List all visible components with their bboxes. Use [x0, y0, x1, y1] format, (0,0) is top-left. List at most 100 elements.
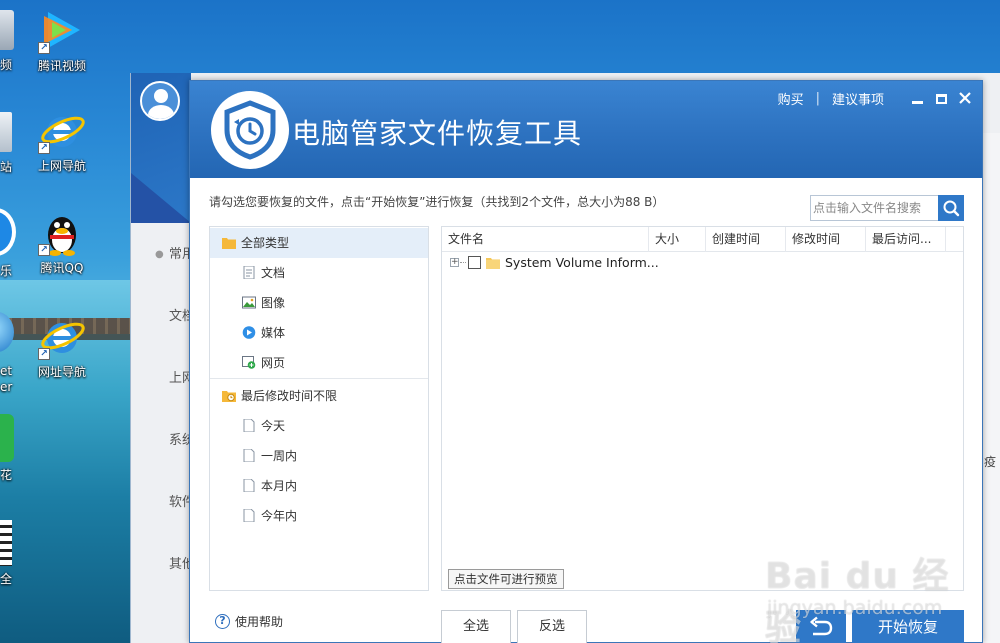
desktop-icon-qq[interactable]: ↗ 腾讯QQ [22, 208, 102, 276]
shortcut-arrow-icon: ↗ [38, 142, 50, 154]
desktop-cut-label-3: 乐 [0, 264, 13, 278]
ie-icon: ↗ [38, 106, 86, 154]
file-checkbox[interactable] [468, 256, 481, 269]
title-menu: 购买 | 建议事项 [778, 89, 974, 108]
page-icon [243, 449, 255, 462]
app-title: 电脑管家文件恢复工具 [292, 117, 583, 150]
ie-icon: ↗ [38, 312, 86, 360]
document-icon [243, 266, 255, 279]
bg-nav-item[interactable]: 文档 [131, 287, 191, 347]
type-document[interactable]: 文档 [210, 258, 428, 288]
suggestion-link[interactable]: 建议事项 [832, 89, 884, 108]
computer-icon[interactable] [0, 10, 14, 50]
shortcut-arrow-icon: ↗ [38, 244, 50, 256]
bg-right-text: 疫 [983, 455, 996, 469]
film-icon[interactable] [0, 520, 12, 566]
time-month[interactable]: 本月内 [210, 471, 428, 501]
webpage-icon [242, 356, 256, 369]
search-icon [943, 200, 960, 217]
bg-nav-label: 文档 [169, 309, 191, 324]
column-created[interactable]: 创建时间 [706, 227, 786, 252]
close-icon [959, 91, 971, 104]
preview-tooltip: 点击文件可进行预览 [448, 569, 564, 589]
desktop-icon-web-nav[interactable]: ↗ 上网导航 [22, 106, 102, 174]
expand-toggle[interactable]: + [450, 258, 459, 267]
qq-penguin-icon: ↗ [38, 208, 86, 256]
buy-link[interactable]: 购买 [778, 89, 804, 108]
type-label: 媒体 [261, 326, 286, 340]
search-input[interactable] [811, 196, 939, 220]
folder-icon [486, 258, 500, 269]
type-label: 图像 [261, 296, 286, 310]
folder-icon [222, 238, 236, 249]
shortcut-arrow-icon: ↗ [38, 348, 50, 360]
help-label: 使用帮助 [235, 615, 284, 629]
bg-nav-label: 软件 [169, 495, 191, 510]
time-today[interactable]: 今天 [210, 411, 428, 441]
bg-nav-item[interactable]: 上网 [131, 349, 191, 409]
recycle-bin-icon[interactable] [0, 112, 12, 152]
desktop-cut-label-4: et [0, 364, 13, 378]
page-icon [243, 509, 255, 522]
watermark-brand: Bai du 经验 [765, 556, 950, 643]
shortcut-arrow-icon: ↗ [38, 42, 50, 54]
iqiyi-icon[interactable] [0, 414, 14, 462]
bullet-icon: ● [155, 249, 164, 260]
bg-nav-item[interactable]: 软件 [131, 473, 191, 533]
select-all-button[interactable]: 全选 [441, 610, 511, 643]
search-button[interactable] [938, 195, 964, 221]
bg-nav-item[interactable]: 其他 [131, 535, 191, 595]
column-size[interactable]: 大小 [649, 227, 706, 252]
type-media[interactable]: 媒体 [210, 318, 428, 348]
column-filename[interactable]: 文件名 [442, 227, 649, 252]
time-week[interactable]: 一周内 [210, 441, 428, 471]
desktop-icon-url-nav[interactable]: ↗ 网址导航 [22, 312, 102, 380]
bg-nav-label: 上网 [169, 371, 191, 386]
time-any[interactable]: 最后修改时间不限 [210, 381, 428, 411]
invert-selection-button[interactable]: 反选 [517, 610, 587, 643]
time-label: 今天 [261, 419, 286, 433]
type-label: 文档 [261, 266, 286, 280]
column-modified[interactable]: 修改时间 [786, 227, 866, 252]
desktop-cut-label-5: er [0, 380, 13, 394]
minimize-icon [911, 100, 923, 104]
maximize-button[interactable] [932, 90, 950, 108]
minimize-button[interactable] [908, 90, 926, 108]
time-label: 一周内 [261, 449, 298, 463]
desktop-icon-label: 腾讯视频 [37, 59, 86, 73]
desktop-icon-label: 腾讯QQ [40, 261, 84, 275]
menu-separator: | [815, 91, 820, 106]
time-label: 最后修改时间不限 [241, 389, 338, 403]
time-label: 今年内 [261, 509, 298, 523]
type-webpage[interactable]: 网页 [210, 348, 428, 378]
image-icon [242, 296, 256, 309]
column-last-accessed[interactable]: 最后访问... [866, 227, 946, 252]
type-all[interactable]: 全部类型 [210, 228, 428, 258]
bg-nav-item[interactable]: ● 常用 [131, 225, 191, 285]
table-row[interactable]: + System Volume Inform... [442, 253, 963, 275]
bg-app-header-shape [131, 173, 191, 223]
type-image[interactable]: 图像 [210, 288, 428, 318]
watermark-url: jingyan.baidu.com [767, 597, 943, 619]
desktop-cut-label-6: 花 [0, 468, 13, 482]
avatar[interactable] [140, 81, 180, 121]
filter-panel: 全部类型 文档 图像 媒体 网页 最后修改时间不限 今天 一周内 本月内 今年内 [209, 226, 429, 591]
bg-nav-label: 其他 [169, 557, 191, 572]
file-list-header: 文件名 大小 创建时间 修改时间 最后访问... [442, 227, 963, 252]
page-icon [243, 479, 255, 492]
bg-nav-item[interactable]: 系统 [131, 411, 191, 471]
desktop-cut-label-2: 站 [0, 160, 13, 174]
title-bar[interactable]: 电脑管家文件恢复工具 购买 | 建议事项 [190, 81, 982, 178]
avatar-head-shape [154, 89, 168, 103]
search-box [810, 195, 964, 221]
help-link[interactable]: ? 使用帮助 [215, 613, 283, 630]
time-year[interactable]: 今年内 [210, 501, 428, 531]
desktop-cut-label-7: 全 [0, 572, 13, 586]
close-button[interactable] [956, 90, 974, 108]
music-app-icon[interactable] [0, 208, 16, 256]
tree-connector [460, 262, 466, 263]
help-icon: ? [215, 614, 230, 629]
type-label: 全部类型 [241, 236, 290, 250]
type-label: 网页 [261, 356, 286, 370]
desktop-icon-tencent-video[interactable]: ↗ 腾讯视频 [22, 6, 102, 74]
